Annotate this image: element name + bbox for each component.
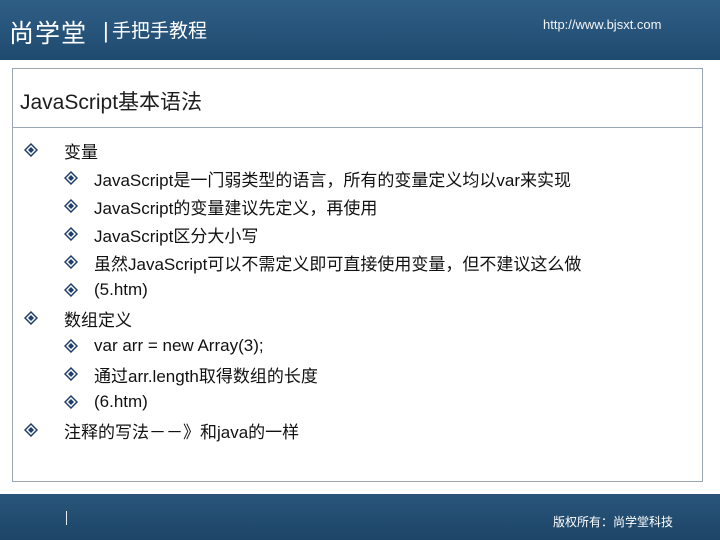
list-item-text: JavaScript区分大小写 [94, 226, 259, 246]
header-separator: | [103, 18, 109, 43]
diamond-bullet-icon [64, 193, 94, 219]
list-item: 变量 [24, 137, 98, 163]
list-item-text: (5.htm) [94, 280, 148, 299]
list-item: 注释的写法－－》和java的一样 [24, 417, 299, 443]
brand-logo-text: 尚学堂 [9, 20, 88, 48]
list-item: var arr = new Array(3); [64, 333, 264, 359]
list-item-text: (6.htm) [94, 392, 148, 411]
list-item-text: 数组定义 [64, 310, 132, 330]
list-item: (5.htm) [64, 277, 148, 303]
diamond-bullet-icon [64, 221, 94, 247]
list-item-text: JavaScript是一门弱类型的语言，所有的变量定义均以var来实现 [94, 170, 571, 190]
header-url[interactable]: http://www.bjsxt.com [543, 17, 661, 32]
list-item: JavaScript区分大小写 [64, 221, 258, 247]
list-item-text: 注释的写法－－》和java的一样 [64, 422, 300, 442]
diamond-bullet-icon [64, 389, 94, 415]
diamond-bullet-icon [24, 305, 64, 331]
diamond-bullet-icon [24, 417, 64, 443]
slide-title-box: JavaScript基本语法 [12, 68, 703, 128]
diamond-bullet-icon [24, 137, 64, 163]
slide-title: JavaScript基本语法 [20, 91, 203, 114]
footer-divider [66, 511, 67, 525]
list-item: 数组定义 [24, 305, 132, 331]
header-banner: 尚学堂 | 手把手教程 http://www.bjsxt.com [0, 0, 720, 60]
list-item-text: var arr = new Array(3); [94, 336, 264, 355]
list-item-text: 通过arr.length取得数组的长度 [94, 366, 318, 386]
diamond-bullet-icon [64, 165, 94, 191]
footer-banner: 版权所有：尚学堂科技 [0, 494, 720, 540]
list-item-text: 虽然JavaScript可以不需定义即可直接使用变量，但不建议这么做 [94, 254, 582, 274]
header-subtitle: 手把手教程 [112, 21, 208, 42]
slide-content-box: 变量 JavaScript是一门弱类型的语言，所有的变量定义均以var来实现 J… [12, 128, 703, 482]
diamond-bullet-icon [64, 361, 94, 387]
diamond-bullet-icon [64, 249, 94, 275]
list-item: 虽然JavaScript可以不需定义即可直接使用变量，但不建议这么做 [64, 249, 581, 275]
diamond-bullet-icon [64, 277, 94, 303]
diamond-bullet-icon [64, 333, 94, 359]
list-item: 通过arr.length取得数组的长度 [64, 361, 318, 387]
list-item: (6.htm) [64, 389, 148, 415]
list-item: JavaScript是一门弱类型的语言，所有的变量定义均以var来实现 [64, 165, 571, 191]
list-item-text: JavaScript的变量建议先定义，再使用 [94, 198, 378, 218]
footer-copyright: 版权所有：尚学堂科技 [553, 515, 674, 529]
list-item: JavaScript的变量建议先定义，再使用 [64, 193, 377, 219]
list-item-text: 变量 [64, 142, 98, 162]
